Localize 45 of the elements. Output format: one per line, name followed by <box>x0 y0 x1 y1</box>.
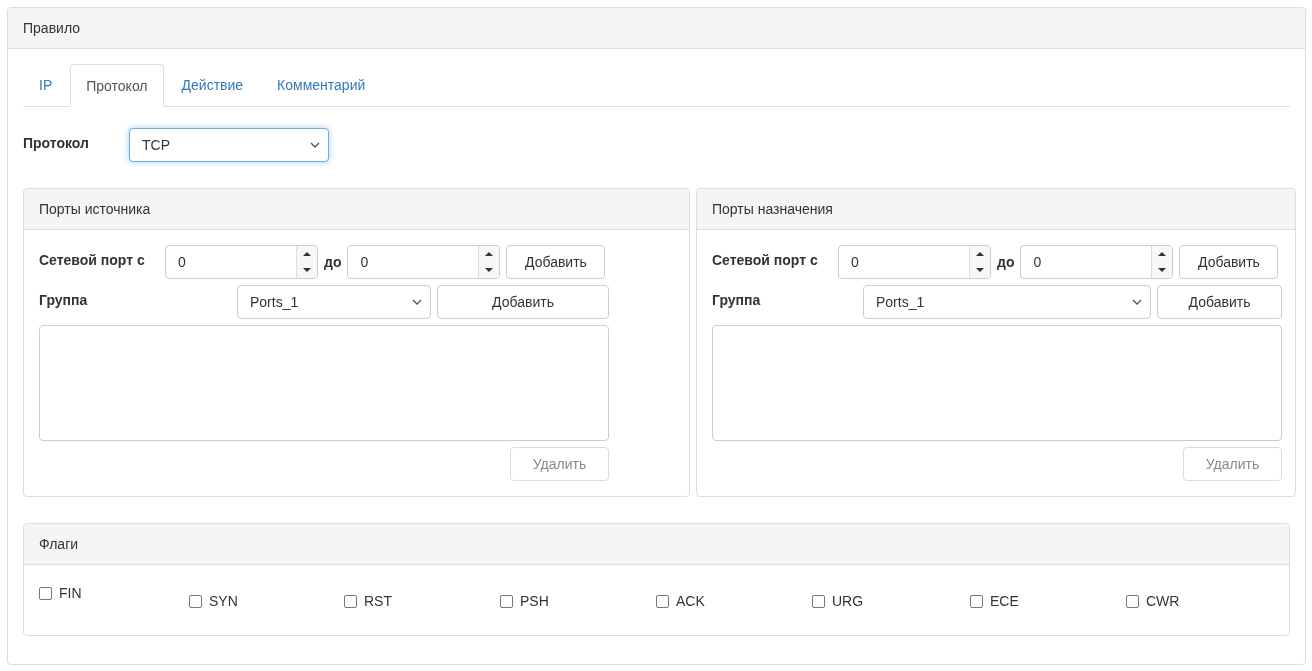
checkbox-label: CWR <box>1146 593 1180 609</box>
panel-title: Флаги <box>24 524 1289 565</box>
checkbox-label: ECE <box>990 593 1019 609</box>
checkbox-label: RST <box>364 593 392 609</box>
panel-title: Правило <box>8 8 1305 49</box>
field-label: Сетевой порт с <box>712 251 819 268</box>
tab[interactable]: Протокол <box>70 64 164 107</box>
field-label: Сетевой порт с <box>39 251 146 268</box>
group-select[interactable]: Ports_1 <box>863 285 1151 319</box>
field-label: до <box>324 254 342 270</box>
checkbox-label: PSH <box>520 593 549 609</box>
add-button[interactable]: Добавить <box>437 285 609 319</box>
field-label: Протокол <box>23 134 90 151</box>
checkbox-label: FIN <box>59 585 82 601</box>
checkbox[interactable] <box>344 594 357 608</box>
checkbox[interactable] <box>39 586 52 600</box>
group-select[interactable]: Ports_1 <box>237 285 431 319</box>
add-button[interactable]: Добавить <box>1157 285 1282 319</box>
panel-title: Порты источника <box>24 189 689 230</box>
number-field[interactable]: 0 <box>838 245 991 279</box>
checkbox-label: URG <box>832 593 864 609</box>
add-button[interactable]: Добавить <box>1179 245 1279 279</box>
chevron-down-icon <box>310 142 320 148</box>
field-label: Группа <box>39 291 89 308</box>
field-label: до <box>997 254 1015 270</box>
tab[interactable]: Действие <box>165 63 260 106</box>
tab[interactable]: Комментарий <box>261 63 382 106</box>
tab[interactable]: IP <box>23 63 69 106</box>
number-field[interactable]: 0 <box>1020 245 1174 279</box>
field-label: Группа <box>712 291 762 308</box>
chevron-down-icon <box>412 299 422 305</box>
checkbox[interactable] <box>970 594 983 608</box>
panel-title: Порты назначения <box>697 189 1295 230</box>
checkbox[interactable] <box>500 594 513 608</box>
checkbox[interactable] <box>1126 594 1139 608</box>
checkbox[interactable] <box>656 594 669 608</box>
add-button[interactable]: Добавить <box>506 245 606 279</box>
protocol-select[interactable]: TCP <box>129 128 329 162</box>
checkbox[interactable] <box>812 594 825 608</box>
checkbox[interactable] <box>189 594 202 608</box>
chevron-down-icon <box>1132 299 1142 305</box>
number-field[interactable]: 0 <box>165 245 318 279</box>
checkbox-label: SYN <box>209 593 238 609</box>
checkbox-label: ACK <box>676 593 705 609</box>
number-field[interactable]: 0 <box>347 245 501 279</box>
